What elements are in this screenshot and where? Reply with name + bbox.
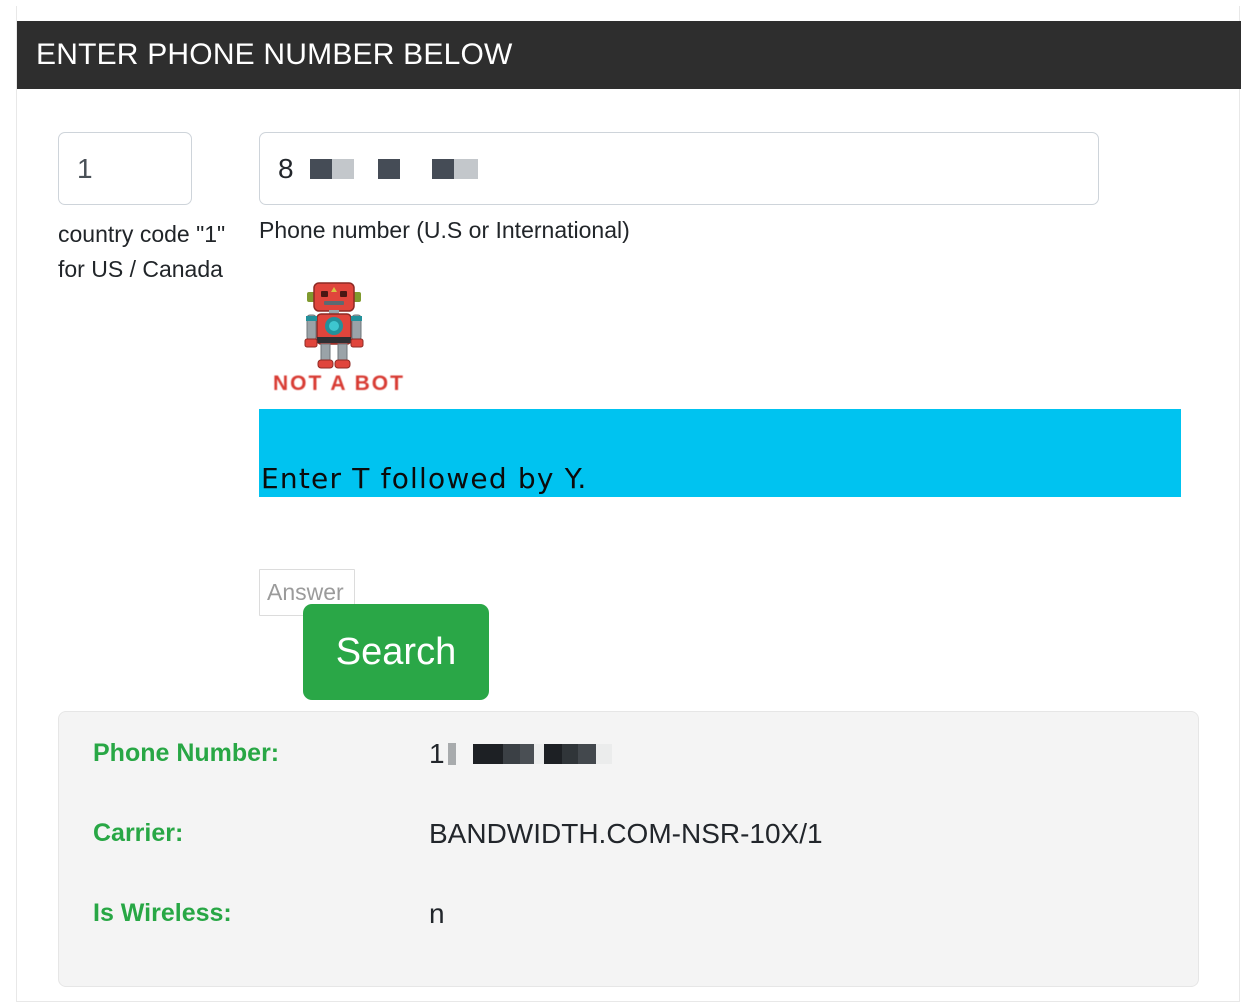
result-label-phone-number: Phone Number: <box>93 739 280 767</box>
page-title: ENTER PHONE NUMBER BELOW <box>36 38 513 71</box>
result-label-carrier: Carrier: <box>93 819 184 847</box>
phone-number-label: Phone number (U.S or International) <box>259 217 630 243</box>
search-button[interactable]: Search <box>303 604 489 700</box>
lookup-results-panel: Phone Number: 1 Carrier: BANDWIDTH.COM-N… <box>58 711 1199 987</box>
phone-redaction-blocks <box>298 158 478 179</box>
result-value-carrier: BANDWIDTH.COM-NSR-10X/1 <box>429 818 823 849</box>
result-row-is-wireless: Is Wireless: n <box>59 898 1198 980</box>
result-row-phone-number: Phone Number: 1 <box>59 739 1198 820</box>
page-header: ENTER PHONE NUMBER BELOW <box>17 21 1241 89</box>
input-row: 8 <box>17 89 1241 205</box>
not-a-bot-label: NOT A BOT <box>273 372 405 395</box>
result-phone-redaction-blocks <box>445 743 612 765</box>
captcha-section: NOT A BOT Enter T followed by Y. Search <box>259 274 1199 700</box>
country-code-input[interactable] <box>58 132 192 205</box>
country-code-label: country code "1" for US / Canada <box>58 221 226 282</box>
captcha-challenge-text: Enter T followed by Y. <box>261 462 588 495</box>
captcha-challenge-banner: Enter T followed by Y. <box>259 409 1181 497</box>
phone-number-input[interactable]: 8 <box>259 132 1099 205</box>
phone-lookup-form: 8 country code "1" for US / Canada Phone… <box>17 89 1241 700</box>
phone-visible-prefix: 8 <box>278 152 294 184</box>
robot-icon <box>301 274 367 370</box>
result-value-is-wireless: n <box>429 898 445 929</box>
page-card: ENTER PHONE NUMBER BELOW 8 country code … <box>16 6 1241 1002</box>
result-phone-prefix: 1 <box>429 738 445 769</box>
result-value-phone-number: 1 <box>429 740 612 768</box>
result-label-is-wireless: Is Wireless: <box>93 899 232 927</box>
result-row-carrier: Carrier: BANDWIDTH.COM-NSR-10X/1 <box>59 818 1198 900</box>
